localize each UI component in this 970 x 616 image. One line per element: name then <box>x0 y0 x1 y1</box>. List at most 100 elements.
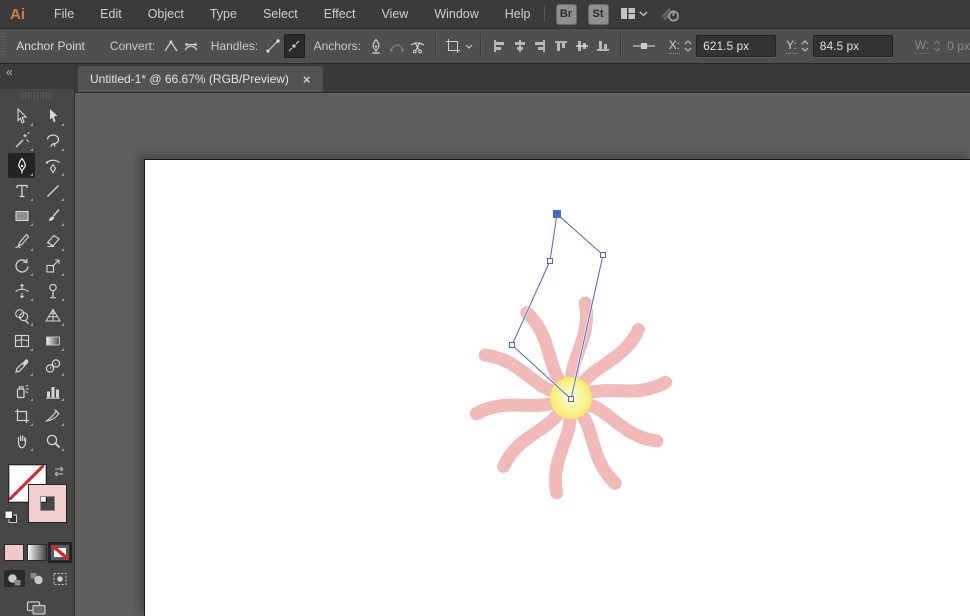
stroke-swatch[interactable] <box>29 485 66 522</box>
column-graph-tool[interactable] <box>39 378 66 403</box>
puppet-warp-tool[interactable] <box>39 278 66 303</box>
isolate-object-icon[interactable] <box>633 41 655 51</box>
controlbar-separator <box>480 34 482 58</box>
horizontal-align-left-button[interactable] <box>489 34 510 58</box>
artwork-canvas[interactable] <box>75 93 970 616</box>
blend-icon <box>44 357 62 375</box>
menu-file[interactable]: File <box>41 0 87 28</box>
x-stepper[interactable] <box>684 40 692 52</box>
menu-object[interactable]: Object <box>135 0 197 28</box>
cut-path-button[interactable] <box>407 34 428 58</box>
touch-workspace-icon[interactable] <box>659 6 681 23</box>
eyedropper-tool[interactable] <box>8 353 35 378</box>
chevron-down-icon <box>639 11 648 17</box>
document-tab[interactable]: Untitled-1* @ 66.67% (RGB/Preview) × <box>78 66 323 92</box>
scale-tool[interactable] <box>39 253 66 278</box>
collapse-panel-button[interactable]: « <box>6 65 13 79</box>
anchor-point[interactable] <box>510 343 515 348</box>
symbol-sprayer-tool[interactable] <box>8 378 35 403</box>
eraser-tool[interactable] <box>39 228 66 253</box>
color-button[interactable] <box>4 544 24 561</box>
draw-behind-button[interactable] <box>27 570 48 587</box>
anchor-point[interactable] <box>548 259 553 264</box>
menu-help[interactable]: Help <box>492 0 544 28</box>
close-tab-icon[interactable]: × <box>303 72 311 87</box>
y-field-group: Y: <box>786 35 893 57</box>
handles-label: Handles: <box>211 39 258 53</box>
shape-builder-tool[interactable] <box>8 303 35 328</box>
show-handles-button[interactable] <box>263 34 284 58</box>
stock-button[interactable]: St <box>588 4 609 25</box>
blend-tool[interactable] <box>39 353 66 378</box>
control-bar: Anchor Point Convert: Handles: Anchors: <box>0 29 970 64</box>
slice-tool[interactable] <box>39 403 66 428</box>
mesh-icon <box>13 332 31 350</box>
controlbar-grip[interactable] <box>1 33 6 59</box>
gradient-tool[interactable] <box>39 328 66 353</box>
tools-panel-grip[interactable] <box>22 92 52 99</box>
hide-handles-button[interactable] <box>284 34 305 58</box>
x-input[interactable] <box>696 35 776 57</box>
width-tool[interactable] <box>8 278 35 303</box>
default-fill-stroke-icon[interactable] <box>4 510 18 524</box>
artboard-icon <box>13 407 31 425</box>
remove-anchor-button[interactable] <box>366 34 387 58</box>
document-tab-title: Untitled-1* @ 66.67% (RGB/Preview) <box>90 72 289 86</box>
zoom-tool[interactable] <box>39 428 66 453</box>
y-input[interactable] <box>813 35 893 57</box>
curvature-tool[interactable] <box>39 153 66 178</box>
draw-inside-button[interactable] <box>50 570 71 587</box>
shaper-tool[interactable] <box>8 228 35 253</box>
perspective-grid-tool[interactable] <box>39 303 66 328</box>
type-icon <box>13 182 31 200</box>
direct-selection-icon <box>44 107 62 125</box>
anchor-point[interactable] <box>569 397 574 402</box>
align-to-dropdown[interactable] <box>444 37 473 55</box>
anchor-point[interactable] <box>601 253 606 258</box>
horizontal-align-center-button[interactable] <box>509 34 530 58</box>
menu-effect[interactable]: Effect <box>311 0 369 28</box>
none-button[interactable] <box>50 544 70 561</box>
draw-normal-button[interactable] <box>4 570 25 587</box>
y-stepper[interactable] <box>801 40 809 52</box>
pen-tool[interactable] <box>8 153 35 178</box>
menu-select[interactable]: Select <box>250 0 311 28</box>
swap-fill-stroke-icon[interactable] <box>52 465 66 478</box>
menu-view[interactable]: View <box>368 0 421 28</box>
chevron-down-icon <box>465 44 473 49</box>
vertical-align-top-button[interactable] <box>551 34 572 58</box>
menu-window[interactable]: Window <box>421 0 491 28</box>
menu-type[interactable]: Type <box>197 0 250 28</box>
convert-to-corner-button[interactable] <box>160 34 181 58</box>
illustrator-window: Ai FileEditObjectTypeSelectEffectViewWin… <box>0 0 970 616</box>
convert-to-smooth-button[interactable] <box>181 34 202 58</box>
connect-endpoints-button[interactable] <box>387 34 408 58</box>
hand-tool[interactable] <box>8 428 35 453</box>
curvature-icon <box>44 157 62 175</box>
artboard-tool[interactable] <box>8 403 35 428</box>
x-label[interactable]: X: <box>669 38 680 54</box>
menubar-separator <box>544 6 545 22</box>
y-label[interactable]: Y: <box>786 38 797 54</box>
change-screen-mode-button[interactable] <box>26 599 48 616</box>
paintbrush-tool[interactable] <box>39 203 66 228</box>
anchor-point-selected[interactable] <box>554 211 561 218</box>
horizontal-align-right-button[interactable] <box>530 34 551 58</box>
pasteboard[interactable] <box>75 93 970 616</box>
line-segment-tool[interactable] <box>39 178 66 203</box>
bridge-button[interactable]: Br <box>556 4 577 25</box>
type-tool[interactable] <box>8 178 35 203</box>
mesh-tool[interactable] <box>8 328 35 353</box>
workspace-switcher-button[interactable] <box>620 7 648 21</box>
vertical-align-center-button[interactable] <box>572 34 593 58</box>
rectangle-tool[interactable] <box>8 203 35 228</box>
menu-edit[interactable]: Edit <box>87 0 135 28</box>
vertical-align-bottom-button[interactable] <box>592 34 613 58</box>
lasso-tool[interactable] <box>39 128 66 153</box>
shaper-icon <box>13 232 31 250</box>
rotate-tool[interactable] <box>8 253 35 278</box>
magic-wand-tool[interactable] <box>8 128 35 153</box>
direct-selection-tool[interactable] <box>39 103 66 128</box>
selection-tool[interactable] <box>8 103 35 128</box>
gradient-button[interactable] <box>27 544 47 561</box>
